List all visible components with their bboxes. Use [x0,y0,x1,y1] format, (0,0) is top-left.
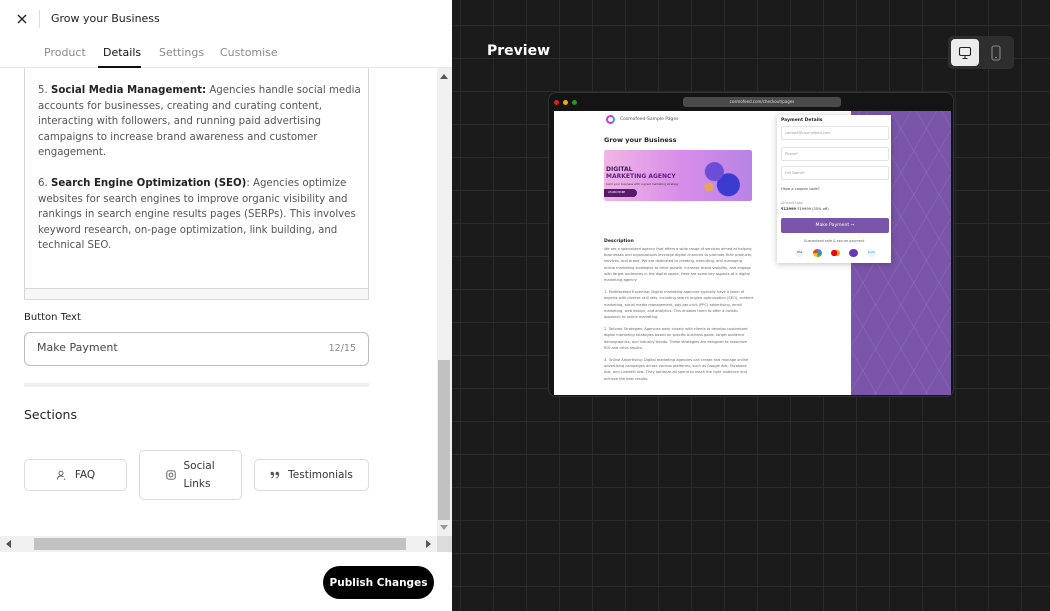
scroll-down-arrow-icon[interactable] [440,525,448,530]
preview-desc-para: 3. Online Advertising: Digital marketing… [604,358,749,381]
description-item-5: 5. Social Media Management: Agencies han… [38,83,363,161]
phonepe-icon [849,249,858,257]
payment-heading: Payment Details [781,118,823,123]
preview-page-title: Grow your Business [604,136,677,144]
preview-panel: Preview cosmofeed.com/checkout/pages Cos… [452,0,1050,611]
quote-icon [270,471,280,479]
name-placeholder: Full Name* [785,171,805,175]
description-item-6: 6. Search Engine Optimization (SEO): Age… [38,176,363,254]
section-label: FAQ [74,469,96,481]
item-title: Social Media Management: [50,85,207,96]
section-label: Social Links [183,460,215,490]
button-text-input[interactable] [37,341,317,354]
item-number: 6. [38,178,48,189]
paytm-icon: Paytm [867,249,876,257]
amount-value: ₹12999 ₹19999 (35% off) [781,207,829,211]
preview-make-payment-button: Make Payment → [781,218,889,233]
phone-field: Phone* [781,147,889,161]
visa-icon: VISA [795,249,804,257]
desktop-monitor-icon [958,46,972,59]
site-name: Cosmofeed-Sample Pages [620,117,679,122]
item-number: 5. [38,85,48,96]
details-scroll-area[interactable]: target audiences while boosting search e… [0,68,437,536]
window-controls [554,100,577,105]
editor-header: Grow your Business [0,0,452,38]
desktop-view-button[interactable] [951,39,979,66]
close-icon[interactable] [14,11,30,27]
preview-desc-para: We are a specialized agency that offers … [604,247,753,283]
banner-cta: LEARN MORE [604,189,637,197]
add-testimonials-section-button[interactable]: Testimonials [254,459,369,491]
tab-product[interactable]: Product [44,46,86,59]
preview-description-title: Description [604,239,634,244]
marketing-illustration-icon [692,154,748,198]
vertical-scrollbar[interactable] [437,68,452,536]
email-field: contact@cosmofeed.com [781,126,889,140]
device-toggle [948,36,1014,69]
horizontal-scrollbar[interactable] [0,536,437,552]
instagram-icon [165,470,176,480]
cosmofeed-logo-icon [606,115,615,124]
mobile-phone-icon [991,44,1001,61]
full-name-field: Full Name* [781,166,889,180]
tab-customise[interactable]: Customise [220,46,278,59]
faq-user-icon [56,470,66,480]
banner-image: DIGITAL MARKETING AGENCY build your busi… [604,150,752,201]
page-title: Grow your Business [51,12,160,25]
coupon-link: Have a coupon code? [781,187,820,191]
add-faq-section-button[interactable]: FAQ [24,459,127,491]
horizontal-scroll-thumb[interactable] [34,538,406,550]
preview-heading: Preview [487,43,551,59]
checkout-page-preview: Cosmofeed-Sample Pages Grow your Busines… [554,111,951,395]
secure-payment-note: Guaranteed safe & secure payment [803,239,865,243]
amount-original: ₹19999 (35% off) [797,207,829,211]
close-dot [554,100,559,105]
banner-line2: MARKETING AGENCY [606,173,676,180]
button-text-field[interactable]: 12/15 [24,332,369,366]
mastercard-icon [831,249,840,257]
phone-placeholder: Phone* [785,152,798,156]
description-editor-footer [24,288,369,300]
scroll-up-arrow-icon[interactable] [440,74,448,79]
scroll-right-arrow-icon[interactable] [426,540,431,548]
header-divider [39,10,40,28]
gpay-icon [813,249,822,257]
payment-details-card: Payment Details contact@cosmofeed.com Ph… [777,115,891,263]
char-counter: 12/15 [328,343,356,354]
preview-description: We are a specialized agency that offers … [604,246,754,388]
email-value: contact@cosmofeed.com [785,131,831,135]
section-divider [24,383,369,387]
vertical-scroll-thumb[interactable] [438,360,450,520]
scrollbar-corner [437,536,452,552]
button-text-label: Button Text [24,312,81,323]
preview-desc-para: 1. Multifaceted Expertise: Digital marke… [604,290,754,320]
item-title: Search Engine Optimization (SEO) [50,178,247,189]
minimize-dot [563,100,568,105]
publish-changes-button[interactable]: Publish Changes [323,566,434,599]
payment-methods: VISA Paytm [795,249,876,257]
add-social-links-section-button[interactable]: Social Links [139,450,242,500]
tab-bar: Product Details Settings Customise [0,38,452,68]
scroll-left-arrow-icon[interactable] [6,540,11,548]
section-label: Testimonials [288,469,353,481]
banner-line1: DIGITAL [606,166,633,173]
description-editor[interactable]: target audiences while boosting search e… [24,68,369,300]
banner-tagline: build your business with a great marketi… [606,182,679,186]
amount-price: ₹12999 [781,207,797,211]
browser-frame: cosmofeed.com/checkout/pages Cosmofeed-S… [548,92,954,397]
mobile-view-button[interactable] [982,39,1010,66]
tab-settings[interactable]: Settings [159,46,204,59]
tab-details[interactable]: Details [103,46,141,59]
url-bar: cosmofeed.com/checkout/pages [683,97,841,107]
sections-heading: Sections [24,407,77,422]
description-text[interactable]: target audiences while boosting search e… [38,68,363,269]
amount-label: Amount total [781,201,804,205]
maximize-dot [572,100,577,105]
editor-panel: Grow your Business Product Details Setti… [0,0,452,611]
preview-desc-para: 2. Tailored Strategies: Agencies work cl… [604,327,748,350]
